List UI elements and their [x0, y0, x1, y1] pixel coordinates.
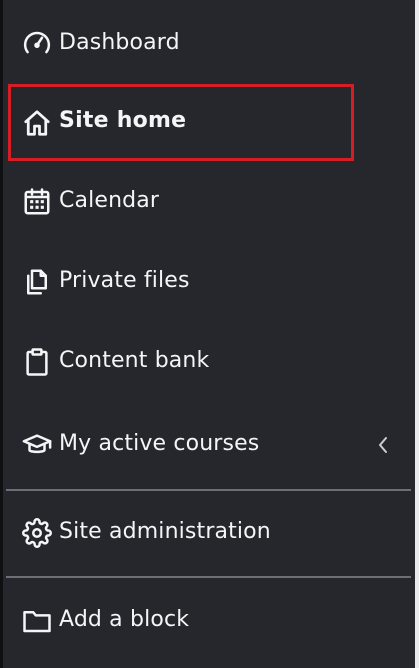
nav-item-my-active-courses[interactable]: My active courses	[3, 418, 411, 472]
navigation-drawer: Dashboard Site home Calendar Private fil…	[0, 0, 419, 668]
chevron-left-icon[interactable]	[376, 436, 390, 454]
nav-item-add-a-block[interactable]: Add a block	[3, 594, 411, 648]
nav-label-content-bank: Content bank	[59, 348, 210, 373]
files-icon	[20, 265, 54, 299]
section-divider	[6, 576, 411, 578]
nav-label-private-files: Private files	[59, 268, 190, 293]
nav-item-private-files[interactable]: Private files	[3, 256, 411, 308]
section-divider	[6, 489, 411, 491]
tachometer-icon	[20, 27, 54, 61]
nav-label-my-active-courses: My active courses	[59, 431, 260, 456]
folder-icon	[20, 604, 54, 638]
clipboard-icon	[20, 345, 54, 379]
nav-label-calendar: Calendar	[59, 188, 160, 213]
nav-item-site-administration[interactable]: Site administration	[3, 506, 411, 560]
graduation-cap-icon	[20, 428, 54, 462]
gear-icon	[20, 516, 54, 550]
nav-label-add-a-block: Add a block	[59, 607, 190, 632]
home-icon	[20, 106, 54, 140]
nav-label-site-home: Site home	[59, 108, 187, 133]
nav-item-dashboard[interactable]: Dashboard	[3, 18, 411, 70]
calendar-icon	[20, 185, 54, 219]
nav-item-content-bank[interactable]: Content bank	[3, 336, 411, 388]
nav-label-site-administration: Site administration	[59, 519, 271, 544]
nav-item-site-home[interactable]: Site home	[3, 94, 411, 152]
nav-label-dashboard: Dashboard	[59, 30, 180, 55]
nav-item-calendar[interactable]: Calendar	[3, 176, 411, 228]
